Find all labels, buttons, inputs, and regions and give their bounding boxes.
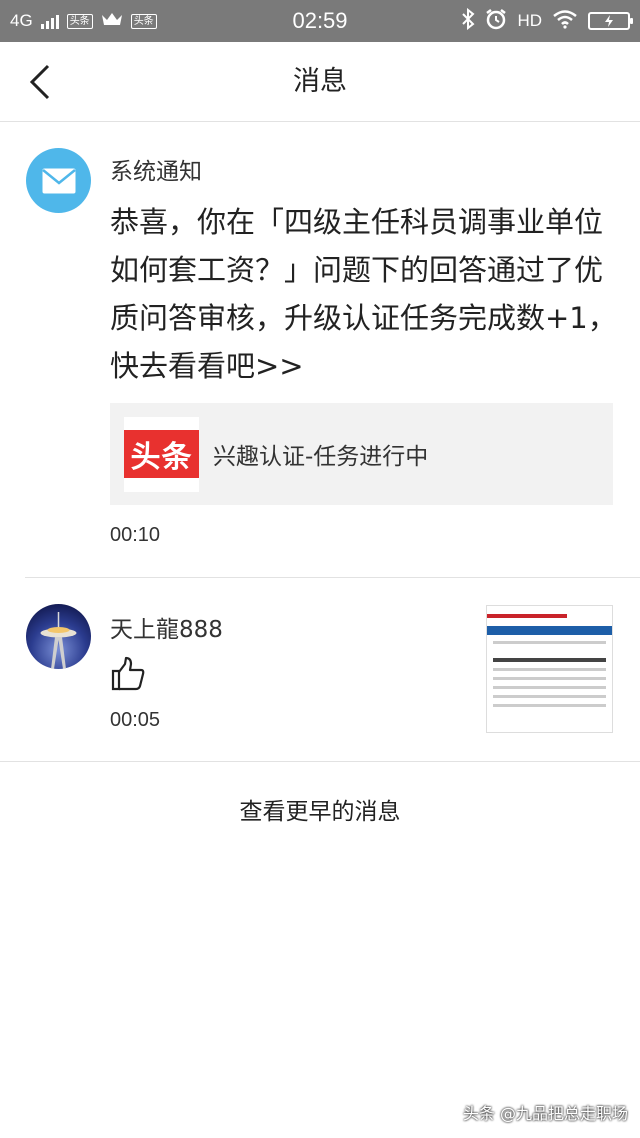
toutiao-logo: 头条 bbox=[124, 416, 199, 492]
watermark: 头条 @九品把总走职场 bbox=[462, 1104, 628, 1123]
mail-icon bbox=[41, 168, 76, 193]
task-card[interactable]: 头条 兴趣认证-任务进行中 bbox=[110, 403, 613, 505]
message-time: 00:05 bbox=[110, 709, 161, 731]
back-button[interactable] bbox=[18, 60, 62, 104]
toutiao-logo-text: 头条 bbox=[130, 440, 193, 475]
status-bar: 4G 头条 头条 02:59 HD bbox=[0, 0, 640, 42]
sender-name: 系统通知 bbox=[110, 159, 202, 185]
navbar: 消息 bbox=[0, 42, 640, 122]
space-needle-avatar-image bbox=[26, 604, 91, 669]
view-earlier-messages-button[interactable]: 查看更早的消息 bbox=[0, 762, 640, 862]
thumbs-up-icon bbox=[111, 656, 145, 691]
status-right: HD bbox=[461, 0, 633, 42]
article-thumbnail[interactable] bbox=[486, 605, 613, 733]
avatar[interactable] bbox=[26, 604, 91, 669]
hd-indicator: HD bbox=[517, 11, 542, 30]
chevron-left-icon bbox=[29, 64, 50, 100]
message-item[interactable]: 系统通知 恭喜，你在「四级主任科员调事业单位如何套工资？」问题下的回答通过了优质… bbox=[0, 122, 640, 577]
alarm-icon bbox=[485, 8, 507, 34]
bluetooth-icon bbox=[461, 7, 475, 34]
avatar bbox=[26, 148, 91, 213]
wifi-icon bbox=[552, 9, 578, 33]
message-time: 00:10 bbox=[110, 524, 161, 546]
card-title: 兴趣认证-任务进行中 bbox=[213, 444, 429, 470]
page-title: 消息 bbox=[293, 66, 347, 97]
sender-name: 天上龍888 bbox=[110, 617, 223, 643]
message-item[interactable]: 天上龍888 00:05 bbox=[0, 578, 640, 762]
battery-icon bbox=[588, 12, 633, 30]
message-text: 恭喜，你在「四级主任科员调事业单位如何套工资？」问题下的回答通过了优质问答审核，… bbox=[110, 205, 617, 383]
